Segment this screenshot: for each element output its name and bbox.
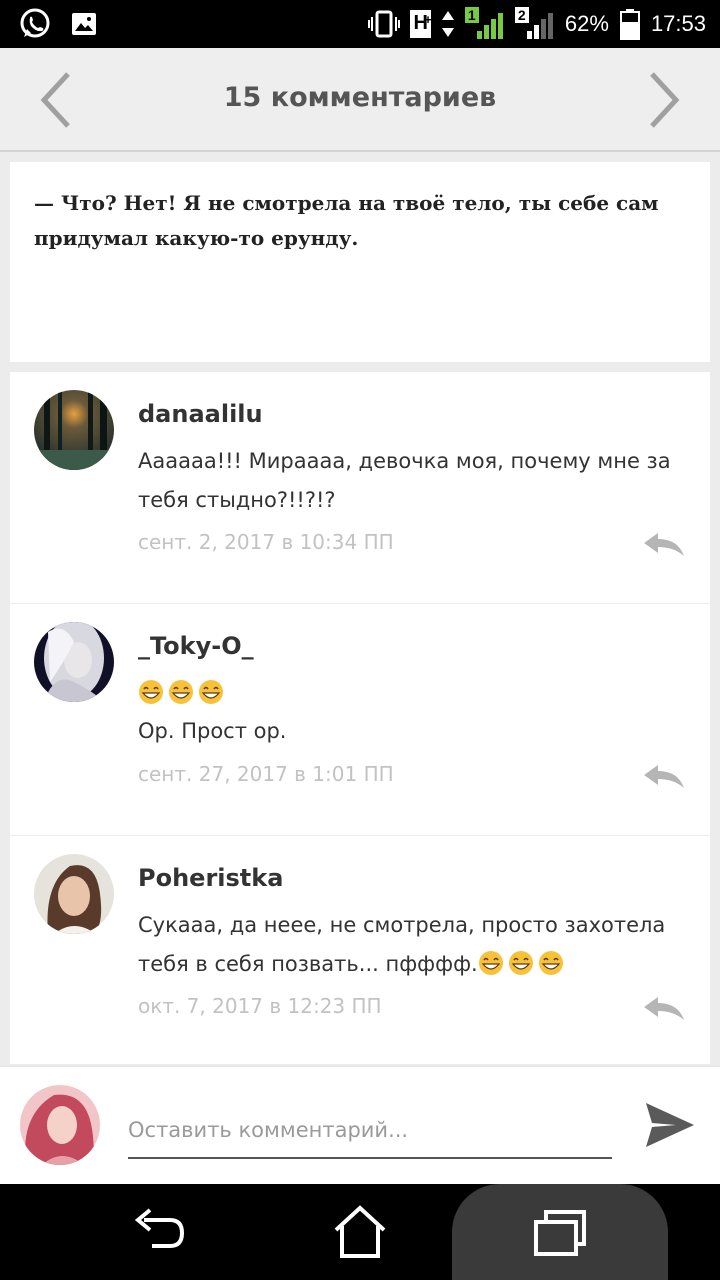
- avatar[interactable]: [34, 390, 114, 470]
- comment-date: окт. 7, 2017 в 12:23 ПП: [138, 994, 382, 1018]
- quoted-paragraph-card: — Что? Нет! Я не смотрела на твоё тело, …: [10, 162, 710, 362]
- network-type-icon: H +: [410, 10, 432, 38]
- comment-text-block: Сукааа, да нeee, не смотрела, просто зах…: [138, 906, 688, 984]
- grinning-emoji-icon: [538, 951, 563, 975]
- quoted-paragraph: — Что? Нет! Я не смотрела на твоё тело, …: [34, 191, 659, 250]
- chevron-right-icon[interactable]: [644, 70, 684, 130]
- image-icon: [72, 13, 96, 35]
- comment-date: сент. 2, 2017 в 10:34 ПП: [138, 530, 394, 554]
- comment-item: Poheristka Сукааа, да нeee, не смотрела,…: [10, 836, 710, 1064]
- recents-icon[interactable]: [530, 1202, 590, 1262]
- comment-author[interactable]: Poheristka: [138, 864, 283, 892]
- data-arrows-icon: [441, 11, 454, 37]
- sim1-signal-icon: 1: [464, 7, 505, 41]
- avatar[interactable]: [34, 622, 114, 702]
- battery-percent: 62%: [564, 11, 609, 36]
- system-nav-bar: [0, 1184, 720, 1280]
- clock: 17:53: [650, 11, 706, 36]
- comment-text-block: 😁😁😁 Ор. Прост ор.: [138, 674, 688, 751]
- sim2-signal-icon: 2: [514, 7, 555, 41]
- home-icon[interactable]: [330, 1202, 390, 1262]
- comments-list: danaalilu Аааааа!!! Мирaaaa, девочка моя…: [10, 372, 710, 1064]
- battery-icon: [619, 9, 640, 40]
- reply-icon[interactable]: [642, 762, 686, 792]
- grinning-emoji-icon: [139, 680, 163, 704]
- comment-text: Сукааа, да нeee, не смотрела, просто зах…: [138, 913, 666, 976]
- vibrate-icon: [368, 10, 401, 38]
- grinning-emoji-icon: [508, 951, 533, 975]
- comment-text: Ор. Прост ор.: [138, 719, 287, 743]
- emoji-row: 😁😁😁: [138, 674, 688, 712]
- comment-date: сент. 27, 2017 в 1:01 ПП: [138, 762, 394, 786]
- system-icons: H + 1 2 62% 17:53: [368, 6, 706, 42]
- comment-item: _Toky-O_ 😁😁😁 Ор. Прост ор. сент. 27, 201…: [10, 604, 710, 836]
- comment-author[interactable]: _Toky-O_: [138, 632, 254, 660]
- comment-input[interactable]: [128, 1103, 612, 1159]
- comment-composer: [0, 1066, 720, 1184]
- comment-text: Аааааа!!! Мирaaaa, девочка моя, почему м…: [138, 449, 671, 512]
- comments-header: 15 комментариев: [0, 48, 720, 152]
- avatar[interactable]: [34, 854, 114, 934]
- whatsapp-icon: [20, 8, 50, 38]
- comment-author[interactable]: danaalilu: [138, 400, 263, 428]
- reply-icon[interactable]: [642, 994, 686, 1024]
- status-bar: H + 1 2 62% 17:53: [0, 0, 720, 48]
- notification-icons: [18, 6, 98, 42]
- page-title: 15 комментариев: [223, 82, 497, 113]
- back-icon[interactable]: [130, 1202, 190, 1262]
- my-avatar: [20, 1085, 100, 1165]
- grinning-emoji-icon: [169, 680, 193, 704]
- grinning-emoji-icon: [478, 951, 503, 975]
- reply-icon[interactable]: [642, 530, 686, 560]
- grinning-emoji-icon: [199, 680, 223, 704]
- send-icon[interactable]: [642, 1097, 698, 1153]
- comment-item: danaalilu Аааааа!!! Мирaaaa, девочка моя…: [10, 372, 710, 604]
